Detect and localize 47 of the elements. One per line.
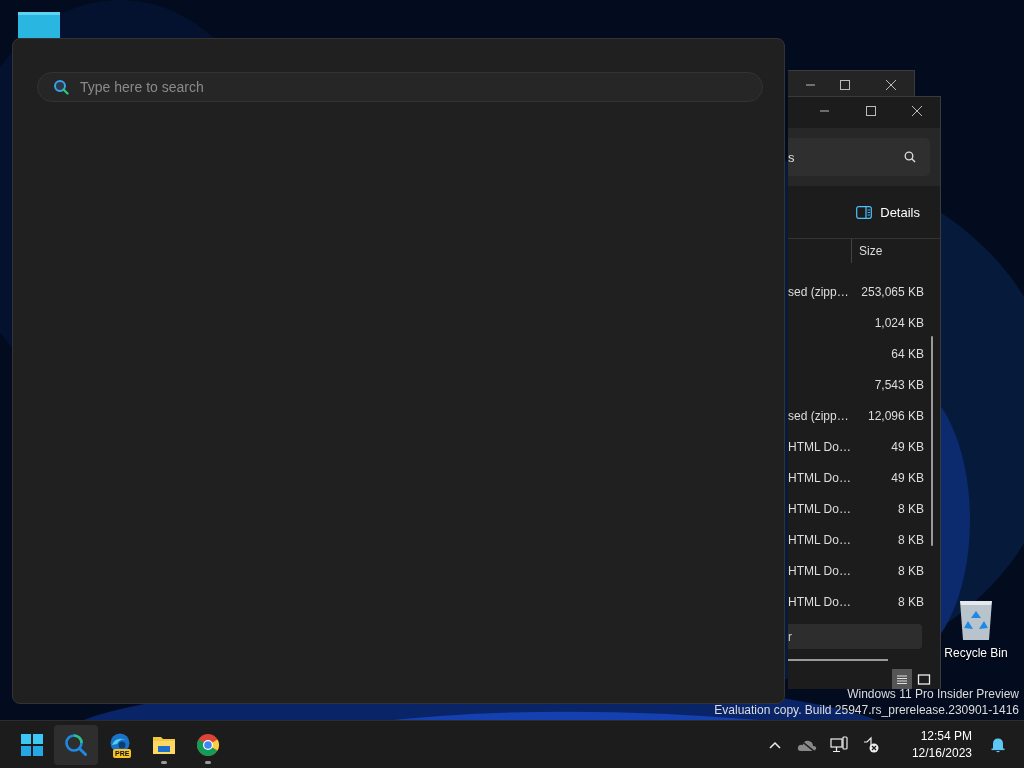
- table-cell: HTML Do…: [788, 501, 850, 516]
- table-cell-text: 8 KB: [897, 501, 924, 516]
- table-cell-text: 49 KB: [890, 439, 924, 454]
- details-pane-icon: [856, 205, 873, 219]
- system-notice: Evaluation copy. Build 25947.rs_prerelease.230901-1416: [714, 702, 1019, 718]
- icon-label: Recycle Bin: [944, 646, 1008, 660]
- search-field[interactable]: Type here to search: [37, 72, 763, 102]
- start-icon: [20, 732, 44, 757]
- column-header[interactable]: Size: [852, 239, 883, 263]
- close-icon: [911, 106, 923, 116]
- table-cell: HTML Do…: [788, 563, 850, 578]
- clock[interactable]: 12:54 PM 12/16/2023: [907, 727, 976, 762]
- system-notice: Windows 11 Pro Insider Preview: [846, 686, 1019, 702]
- table-cell-text: 49 KB: [890, 470, 924, 485]
- table-cell: HTML Do…: [788, 532, 850, 547]
- table-cell: HTML Do…: [788, 594, 850, 609]
- table-cell-text: 12,096 KB: [866, 408, 924, 423]
- chrome-icon: [196, 732, 220, 757]
- search-icon: [53, 79, 69, 95]
- table-cell-text: 8 KB: [897, 594, 924, 609]
- maximize-icon: [839, 80, 851, 90]
- maximize-icon: [865, 106, 877, 116]
- table-cell: HTML Do…: [788, 470, 850, 485]
- details-button[interactable]: Details: [854, 200, 922, 224]
- speaker-muted-icon[interactable]: [861, 735, 880, 754]
- preview-view-icon: [917, 672, 931, 686]
- search-field[interactable]: s: [788, 138, 930, 176]
- table-cell-text: 8 KB: [897, 563, 924, 578]
- list-item[interactable]: r: [788, 624, 922, 649]
- table-cell: sed (zipp…: [788, 408, 850, 423]
- table-cell-text: 8 KB: [897, 532, 924, 547]
- search-icon: [904, 151, 916, 163]
- scrollbar-thumb[interactable]: [931, 336, 933, 546]
- table-cell-text: 64 KB: [890, 346, 924, 361]
- network-icon[interactable]: [829, 735, 848, 754]
- scrollbar-thumb[interactable]: [788, 659, 888, 661]
- table-cell-text: 1,024 KB: [873, 315, 924, 330]
- chevron-up-icon[interactable]: [767, 739, 782, 750]
- cloud-icon[interactable]: [796, 737, 817, 752]
- bell-icon[interactable]: [990, 736, 1006, 753]
- table-cell: HTML Do…: [788, 439, 850, 454]
- close-icon: [885, 80, 897, 90]
- search-icon: [64, 732, 88, 757]
- table-cell-text: 7,543 KB: [873, 377, 924, 392]
- table-cell-text: 253,065 KB: [860, 284, 924, 299]
- table-cell: sed (zipp…: [788, 284, 850, 299]
- list-view-icon: [895, 672, 909, 686]
